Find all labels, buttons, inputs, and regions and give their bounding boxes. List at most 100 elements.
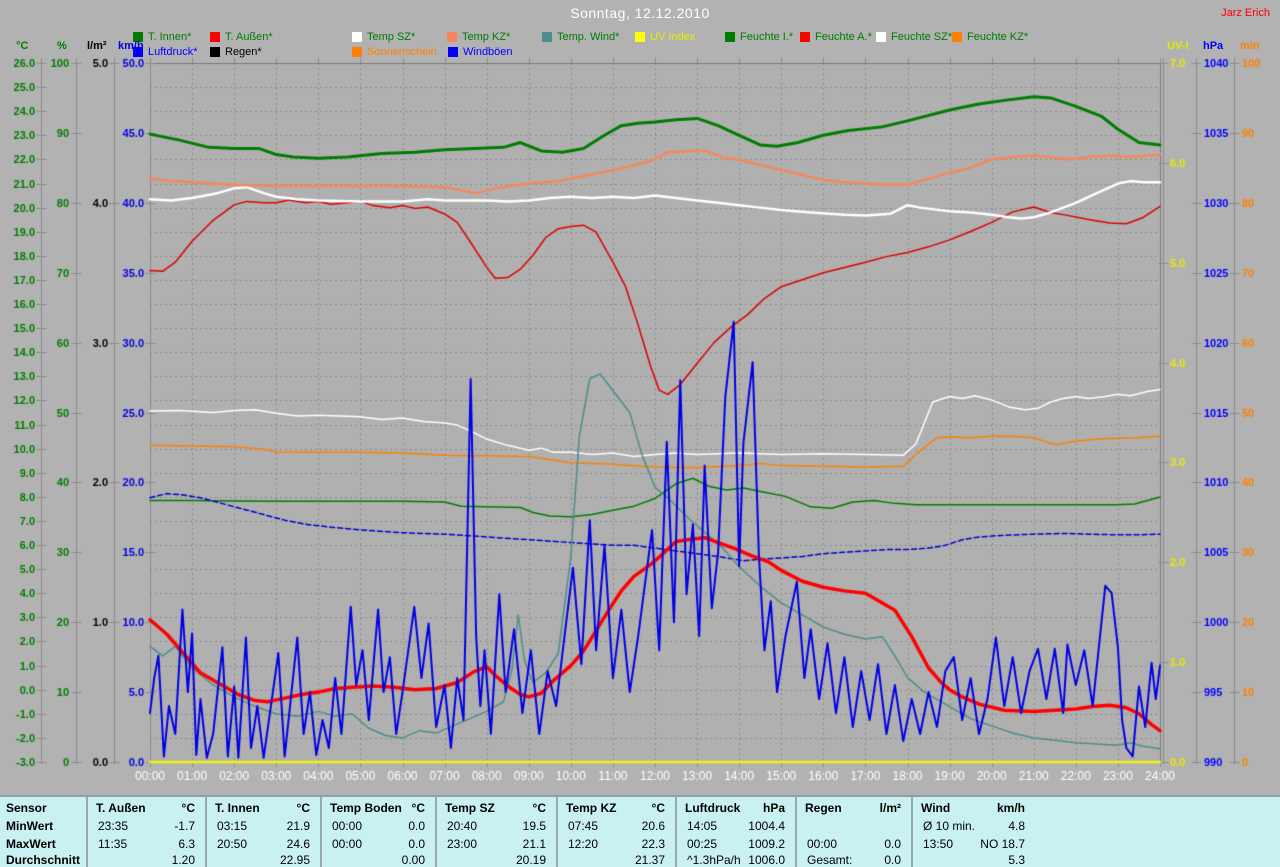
column-name: Luftdruck	[685, 801, 741, 815]
cell-min-time: 23:35	[98, 819, 129, 833]
column-name: T. Außen	[96, 801, 146, 815]
weather-app-window: Sonntag, 12.12.2010 Jarz Erich T. Innen*…	[0, 0, 1280, 867]
column-name: Temp SZ	[445, 801, 495, 815]
cell-min-value: 4.8	[1008, 819, 1025, 833]
cell-avg-time: Gesamt:	[807, 853, 853, 867]
cell-max-time: 12:20	[568, 837, 599, 851]
table-column-temp-sz: Temp SZ °C 20:40 19.5 23:00 21.1 20.19	[437, 797, 558, 867]
axis-unit-hpa: hPa	[1203, 40, 1224, 52]
legend-item-label: Regen*	[225, 46, 262, 58]
legend-item-label: Feuchte A.*	[815, 31, 872, 43]
legend-item-feuchte-kz[interactable]: Feuchte KZ*	[952, 31, 1028, 43]
column-unit: °C	[651, 801, 665, 815]
legend-item-uv-index[interactable]: UV Index	[635, 31, 695, 43]
uv-index-swatch	[635, 32, 645, 42]
cell-avg-time: ^1.3hPa/h	[687, 853, 741, 867]
table-column-temp-kz: Temp KZ °C 07:45 20.6 12:20 22.3 21.37	[558, 797, 677, 867]
legend-item-label: Temp KZ*	[462, 31, 511, 43]
legend-item-label: Temp SZ*	[367, 31, 416, 43]
column-unit: l/m²	[879, 801, 901, 815]
table-column-regen: Regen l/m² 00:00 0.0 Gesamt: 0.0	[797, 797, 913, 867]
column-unit: km/h	[996, 801, 1025, 815]
cell-avg-value: 1006.0	[748, 853, 785, 867]
axis-unit-min: min	[1240, 40, 1260, 52]
column-name: Temp Boden	[330, 801, 402, 815]
legend-item-regen[interactable]: Regen*	[210, 46, 262, 58]
legend-item-sonnenschein[interactable]: Sonnenschein	[352, 46, 437, 58]
summary-table: Sensor MinWert MaxWert Durchschnitt T. Außen…	[0, 795, 1280, 867]
legend-item-label: Luftdruck*	[148, 46, 198, 58]
legend-item-windboeen[interactable]: Windböen	[448, 46, 513, 58]
cell-min-time: 03:15	[217, 819, 248, 833]
cell-max-time: 20:50	[217, 837, 248, 851]
legend-item-label: Sonnenschein	[367, 46, 437, 58]
table-column-t-au-en: T. Außen °C 23:35 -1.7 11:35 6.3 1.20	[88, 797, 207, 867]
cell-min-time: 07:45	[568, 819, 599, 833]
cell-avg-value: 0.00	[401, 853, 425, 867]
temp-sz-swatch	[352, 32, 362, 42]
legend-item-label: Feuchte SZ*	[891, 31, 953, 43]
legend-item-temp-sz[interactable]: Temp SZ*	[352, 31, 415, 43]
axis-unit-lm2: l/m²	[87, 40, 107, 52]
column-name: T. Innen	[215, 801, 260, 815]
column-unit: °C	[181, 801, 195, 815]
cell-min-time: 14:05	[687, 819, 718, 833]
cell-avg-value: 1.20	[171, 853, 195, 867]
feuchte-a-swatch	[800, 32, 810, 42]
legend-item-label: Feuchte KZ*	[967, 31, 1029, 43]
cell-avg-value: 20.19	[515, 853, 546, 867]
windboeen-swatch	[448, 47, 458, 57]
row-label-minwert: MinWert	[6, 819, 54, 833]
temp-wind-swatch	[542, 32, 552, 42]
column-name: Temp KZ	[566, 801, 617, 815]
legend-item-label: Feuchte I.*	[740, 31, 794, 43]
table-column-wind: Wind km/h Ø 10 min. 4.8 13:50 NO 18.7 5.3	[913, 797, 1035, 867]
cell-max-time: 13:50	[923, 837, 954, 851]
cell-avg-value: 0.0	[884, 853, 901, 867]
cell-max-time: 00:00	[332, 837, 363, 851]
sonnenschein-swatch	[352, 47, 362, 57]
table-row-labels: Sensor MinWert MaxWert Durchschnitt	[0, 797, 88, 867]
cell-avg-value: 22.95	[279, 853, 310, 867]
temp-kz-swatch	[447, 32, 457, 42]
legend-item-temp-kz[interactable]: Temp KZ*	[447, 31, 510, 43]
weather-chart-canvas[interactable]	[0, 0, 1280, 795]
legend-item-label: T. Innen*	[148, 31, 192, 43]
column-name: Regen	[805, 801, 842, 815]
axis-unit-uvi: UV-I	[1167, 40, 1189, 52]
legend-item-label: Temp. Wind*	[557, 31, 620, 43]
cell-min-time: 20:40	[447, 819, 478, 833]
legend-item-temp-wind[interactable]: Temp. Wind*	[542, 31, 619, 43]
column-unit: °C	[296, 801, 310, 815]
cell-min-time: 00:00	[332, 819, 363, 833]
cell-max-time: 23:00	[447, 837, 478, 851]
cell-min-value: 0.0	[408, 819, 425, 833]
feuchte-sz-swatch	[876, 32, 886, 42]
legend-item-t-aussen[interactable]: T. Außen*	[210, 31, 273, 43]
table-column-temp-boden: Temp Boden °C 00:00 0.0 00:00 0.0 0.00	[322, 797, 437, 867]
axis-unit-kmh: km/h	[118, 40, 144, 52]
cell-avg-value: 5.3	[1008, 853, 1025, 867]
cell-min-time: Ø 10 min.	[923, 819, 976, 833]
column-name: Wind	[921, 801, 951, 815]
legend-item-feuchte-i[interactable]: Feuchte I.*	[725, 31, 793, 43]
legend-item-label: T. Außen*	[225, 31, 273, 43]
regen-swatch	[210, 47, 220, 57]
user-label: Jarz Erich	[1221, 7, 1270, 19]
column-unit: °C	[411, 801, 425, 815]
cell-min-value: 1004.4	[748, 819, 785, 833]
legend-item-feuchte-sz[interactable]: Feuchte SZ*	[876, 31, 952, 43]
table-column-t-innen: T. Innen °C 03:15 21.9 20:50 24.6 22.95	[207, 797, 322, 867]
axis-unit-percent: %	[57, 40, 67, 52]
column-unit: hPa	[762, 801, 785, 815]
t-aussen-swatch	[210, 32, 220, 42]
feuchte-kz-swatch	[952, 32, 962, 42]
legend-item-feuchte-a[interactable]: Feuchte A.*	[800, 31, 872, 43]
row-label-sensor: Sensor	[6, 801, 47, 815]
cell-min-value: 21.9	[286, 819, 310, 833]
cell-avg-value: 21.37	[634, 853, 665, 867]
axis-unit-celsius: °C	[16, 40, 29, 52]
cell-min-value: 19.5	[522, 819, 546, 833]
cell-min-value: 20.6	[641, 819, 665, 833]
table-column-luftdruck: Luftdruck hPa 14:05 1004.4 00:25 1009.2 ^1.3hP…	[677, 797, 797, 867]
